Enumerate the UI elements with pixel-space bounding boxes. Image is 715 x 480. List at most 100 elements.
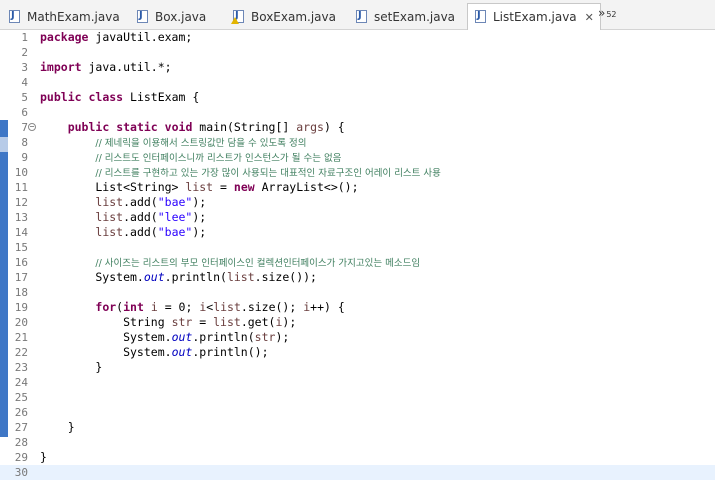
- code-line[interactable]: 23 }: [0, 360, 715, 375]
- fold-collapse-icon[interactable]: −: [28, 123, 36, 131]
- code-line[interactable]: 20 String str = list.get(i);: [0, 315, 715, 330]
- code-token: .println(: [192, 330, 255, 344]
- keyword-token: class: [88, 90, 124, 104]
- code-line[interactable]: 16 // 사이즈는 리스트의 부모 인터페이스인 컬렉션인터페이스가 가지고있…: [0, 255, 715, 270]
- code-line[interactable]: 4: [0, 75, 715, 90]
- code-line[interactable]: 9 // 리스트도 인터페이스니까 리스트가 인스턴스가 될 수는 없음: [0, 150, 715, 165]
- code-line-current[interactable]: 30: [0, 465, 715, 480]
- code-text: public class ListExam {: [40, 90, 199, 105]
- code-line[interactable]: 2: [0, 45, 715, 60]
- code-line[interactable]: 14 list.add("bae");: [0, 225, 715, 240]
- java-file-warning-icon: J: [231, 9, 246, 24]
- comment-token: // 리스트도 인터페이스니까 리스트가 인스턴스가 될 수는 없음: [95, 153, 342, 164]
- code-text: package javaUtil.exam;: [40, 30, 192, 45]
- code-line[interactable]: 12 list.add("bae");: [0, 195, 715, 210]
- tab-listexam[interactable]: J ListExam.java ✕: [467, 3, 601, 30]
- line-number: 10: [14, 166, 28, 179]
- code-line[interactable]: 22 System.out.println();: [0, 345, 715, 360]
- keyword-token: for: [95, 300, 117, 314]
- code-line[interactable]: 1 package javaUtil.exam;: [0, 30, 715, 45]
- keyword-token: public: [40, 90, 82, 104]
- code-line[interactable]: 3 import java.util.*;: [0, 60, 715, 75]
- code-line[interactable]: 13 list.add("lee");: [0, 210, 715, 225]
- code-line[interactable]: 18: [0, 285, 715, 300]
- code-editor[interactable]: 1 package javaUtil.exam; 2 3 import java.uti…: [0, 30, 715, 480]
- variable-token: list: [213, 300, 241, 314]
- keyword-token: new: [233, 180, 255, 194]
- code-text: List<String> list = new ArrayList<>();: [40, 180, 359, 195]
- code-line[interactable]: 7− public static void main(String[] args…: [0, 120, 715, 135]
- string-literal: "bae": [157, 225, 193, 239]
- variable-token: list: [185, 180, 214, 194]
- line-number: 12: [14, 196, 28, 209]
- tab-box[interactable]: J Box.java: [136, 4, 206, 29]
- variable-token: list: [95, 225, 124, 239]
- tab-label: MathExam.java: [27, 9, 120, 24]
- tab-setexam[interactable]: JsetExam.java: [355, 4, 455, 29]
- java-file-icon: J: [355, 9, 369, 24]
- code-line[interactable]: 21 System.out.println(str);: [0, 330, 715, 345]
- code-line[interactable]: 29}: [0, 450, 715, 465]
- code-token: }: [40, 450, 47, 464]
- variable-token: list: [95, 195, 124, 209]
- code-token: .size();: [240, 300, 304, 314]
- code-text: }: [40, 360, 102, 375]
- code-line[interactable]: 11 List<String> list = new ArrayList<>()…: [0, 180, 715, 195]
- static-field-token: out: [143, 270, 165, 284]
- line-number: 20: [14, 316, 28, 329]
- code-line[interactable]: 24: [0, 375, 715, 390]
- code-token: .println();: [192, 345, 269, 359]
- code-text: System.out.println(str);: [40, 330, 289, 345]
- tab-mathexam[interactable]: J MathExam.java: [8, 4, 120, 29]
- line-number: 5: [21, 91, 28, 104]
- code-line[interactable]: 27 }: [0, 420, 715, 435]
- tab-boxexam[interactable]: J BoxExam.java: [231, 4, 336, 29]
- line-number: 24: [14, 376, 28, 389]
- code-line[interactable]: 28: [0, 435, 715, 450]
- code-token: main(String[]: [192, 120, 297, 134]
- code-line[interactable]: 25: [0, 390, 715, 405]
- keyword-token: void: [164, 120, 193, 134]
- tab-label: setExam.java: [374, 9, 456, 24]
- code-token: ArrayList<>();: [254, 180, 359, 194]
- code-text: list.add("bae");: [40, 195, 206, 210]
- code-line[interactable]: 26: [0, 405, 715, 420]
- code-token: .size());: [254, 270, 317, 284]
- close-icon[interactable]: ✕: [585, 11, 594, 24]
- tab-label: ListExam.java: [493, 10, 577, 24]
- code-token: .add(: [123, 225, 158, 239]
- line-number: 7: [21, 121, 28, 134]
- string-literal: "bae": [157, 195, 193, 209]
- code-token: ListExam {: [123, 90, 200, 104]
- variable-token: list: [95, 210, 124, 224]
- code-token: ++) {: [310, 300, 345, 314]
- code-token: ) {: [323, 120, 345, 134]
- tab-overflow-button[interactable]: » 52: [598, 6, 617, 20]
- code-line[interactable]: 15: [0, 240, 715, 255]
- variable-token: str: [171, 315, 193, 329]
- code-line[interactable]: 8 // 제네릭을 이용해서 스트링값만 담을 수 있도록 정의: [0, 135, 715, 150]
- code-text: // 리스트를 구현하고 있는 가장 많이 사용되는 대표적인 자료구조인 어레…: [40, 165, 441, 181]
- code-line[interactable]: 6: [0, 105, 715, 120]
- comment-token: // 사이즈는 리스트의 부모 인터페이스인 컬렉션인터페이스가 가지고있는 메…: [95, 258, 421, 269]
- line-number: 16: [14, 256, 28, 269]
- keyword-token: import: [40, 60, 82, 74]
- line-number: 17: [14, 271, 28, 284]
- code-text: import java.util.*;: [40, 60, 172, 75]
- code-line[interactable]: 10 // 리스트를 구현하고 있는 가장 많이 사용되는 대표적인 자료구조인…: [0, 165, 715, 180]
- code-token: String: [40, 315, 172, 329]
- keyword-token: int: [123, 300, 144, 314]
- code-line[interactable]: 5 public class ListExam {: [0, 90, 715, 105]
- code-line[interactable]: 19 for(int i = 0; i<list.size(); i++) {: [0, 300, 715, 315]
- hidden-tab-count: 52: [606, 10, 617, 19]
- code-token: .get(: [240, 315, 276, 329]
- comment-token: // 제네릭을 이용해서 스트링값만 담을 수 있도록 정의: [95, 138, 307, 149]
- code-line[interactable]: 17 System.out.println(list.size());: [0, 270, 715, 285]
- line-number: 8: [21, 136, 28, 149]
